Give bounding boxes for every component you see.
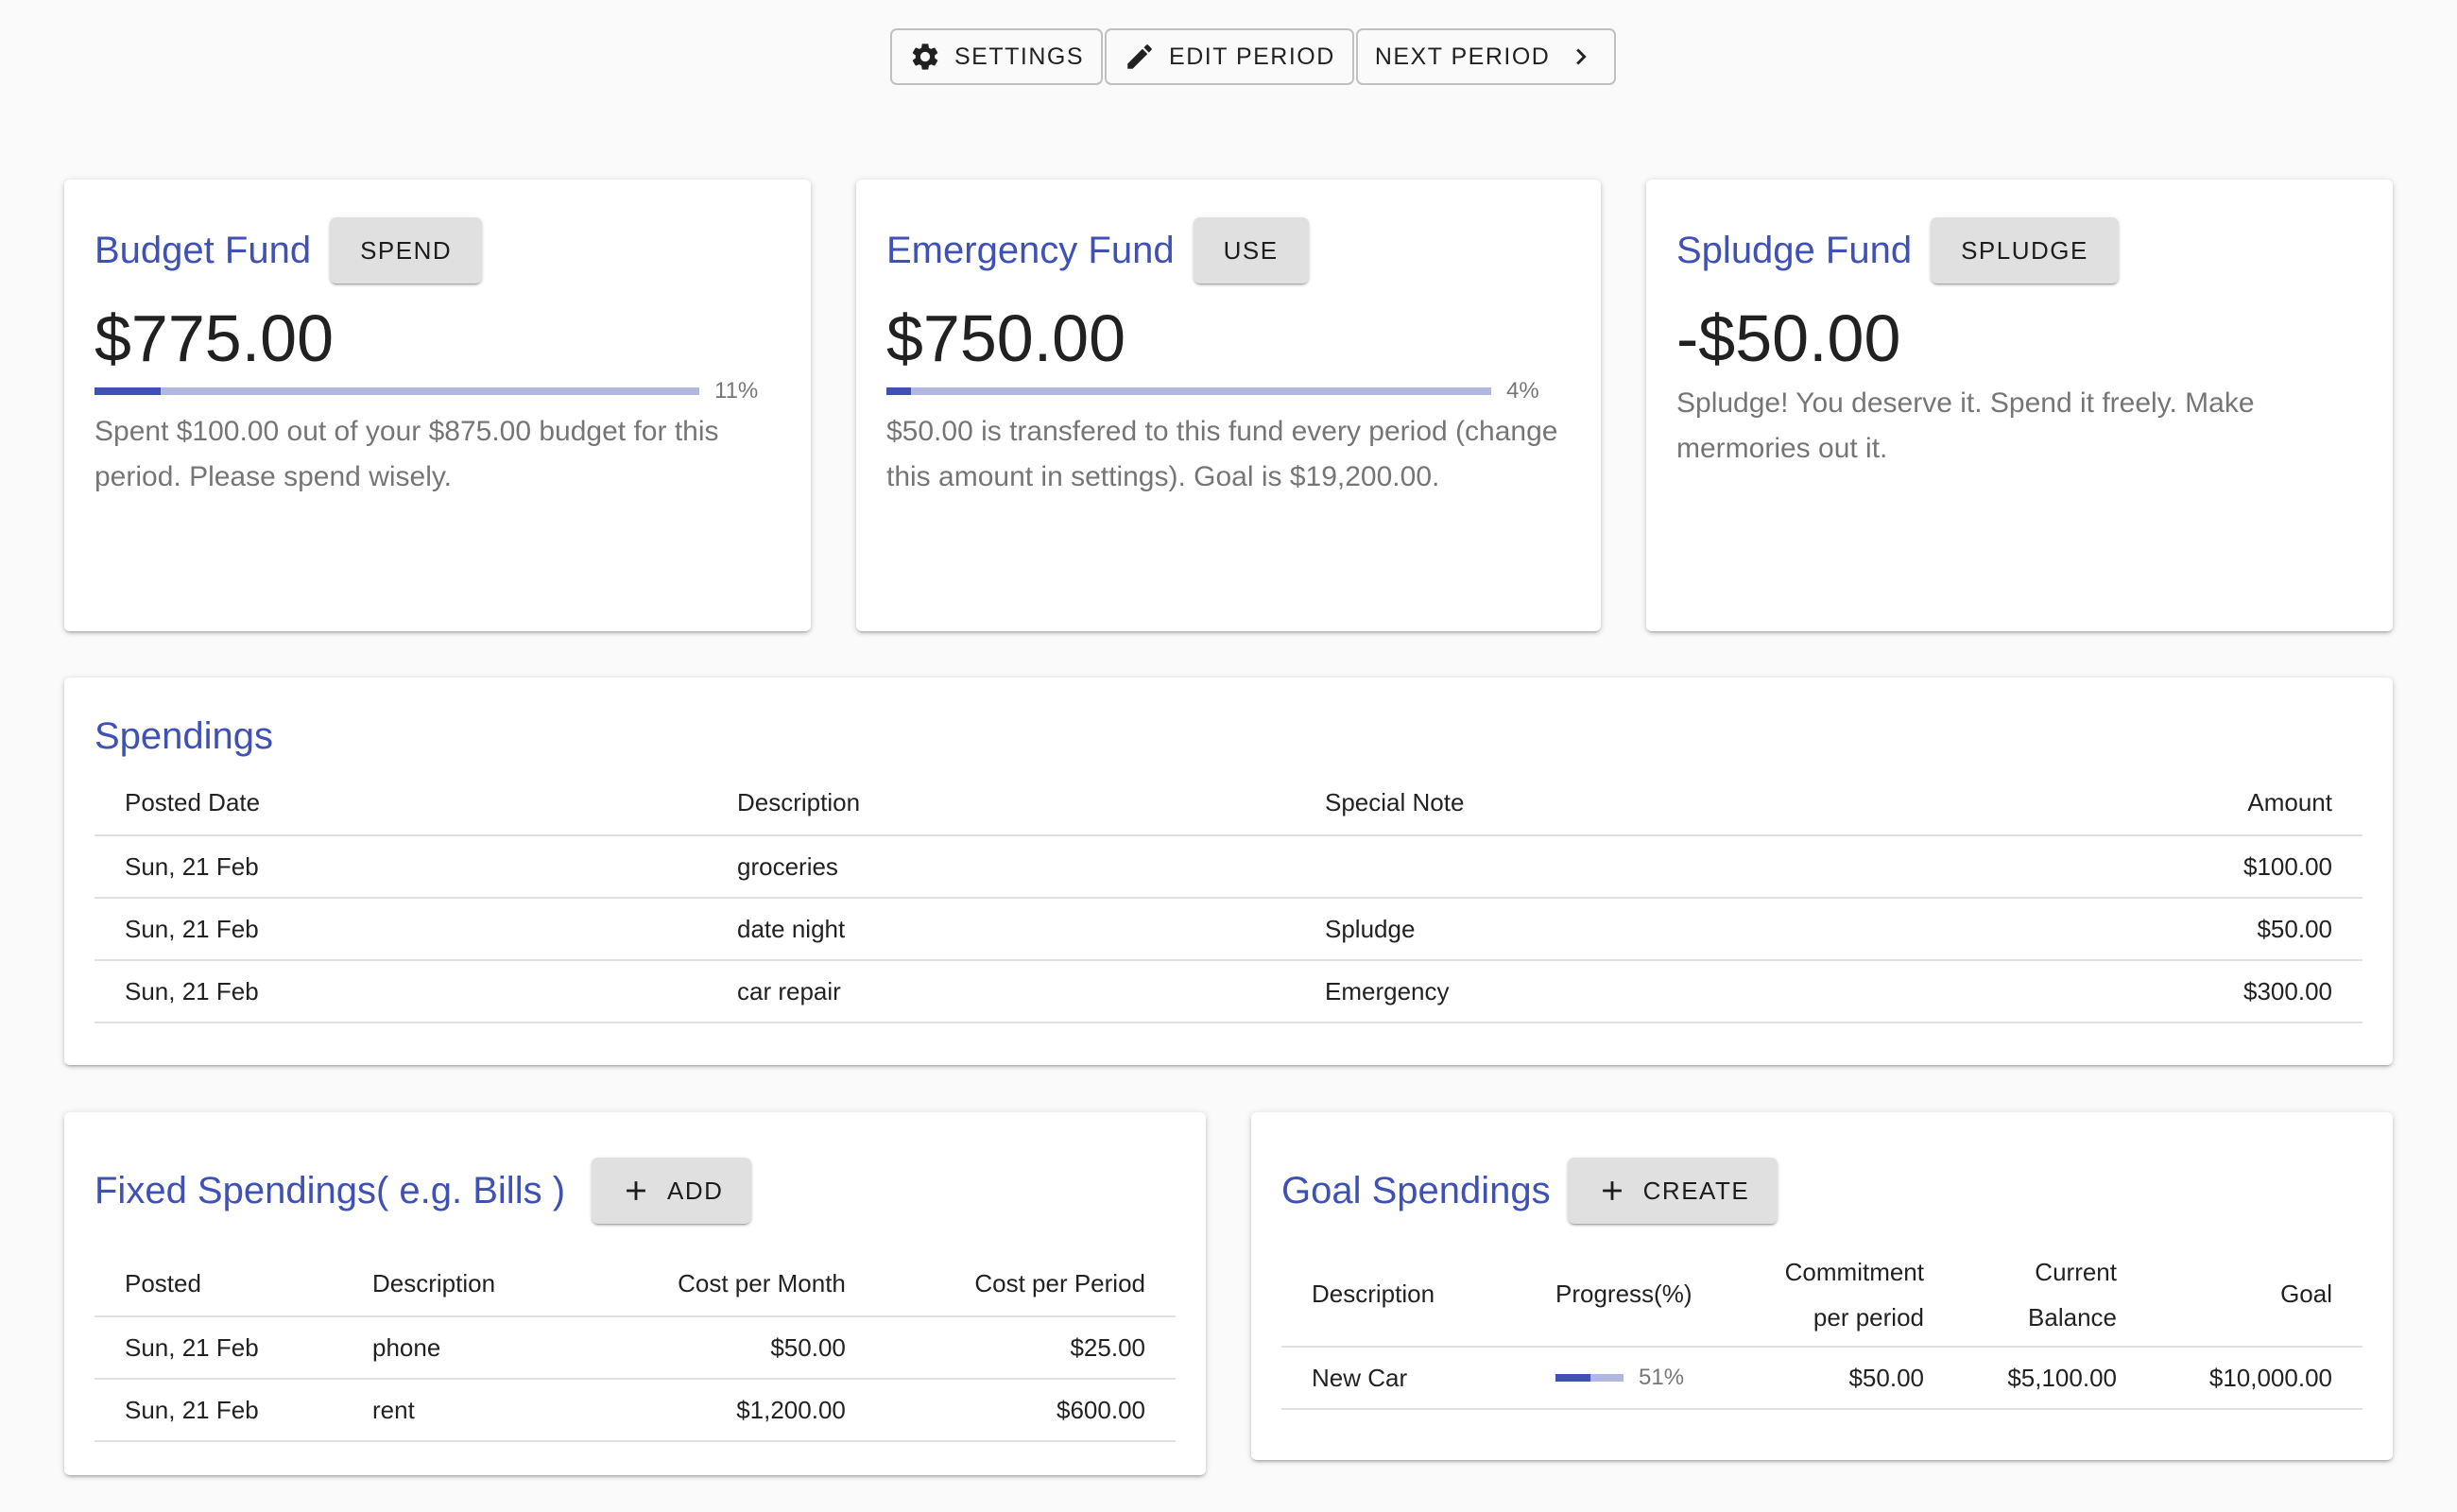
goal-cell: $10,000.00 <box>2147 1347 2362 1410</box>
column-header[interactable]: Posted Date <box>94 771 707 835</box>
use-button[interactable]: USE <box>1193 217 1309 284</box>
spludge-button[interactable]: SPLUDGE <box>1931 217 2119 284</box>
budget-progress-fill <box>94 387 162 395</box>
cost-per-month-cell: $50.00 <box>579 1316 876 1380</box>
emergency-progress-bar <box>886 387 1491 395</box>
create-label: CREATE <box>1642 1176 1750 1205</box>
goal-spendings-title: Goal Spendings <box>1281 1169 1551 1211</box>
goal-progress-bar <box>1555 1374 1624 1382</box>
progress-cell: 51% <box>1525 1347 1743 1410</box>
column-header[interactable]: Posted <box>94 1252 342 1316</box>
commitment-cell: $50.00 <box>1743 1347 1954 1410</box>
budget-fund-amount: $775.00 <box>94 301 335 375</box>
spendings-title: Spendings <box>94 715 274 757</box>
gear-icon <box>909 41 941 73</box>
column-header[interactable]: Amount <box>1906 771 2362 835</box>
goal-progress-label: 51% <box>1639 1365 1685 1390</box>
emergency-progress-fill <box>886 387 911 395</box>
emergency-fund-amount: $750.00 <box>886 301 1126 375</box>
spendings-table: Posted Date Description Special Note Amo… <box>94 771 2362 1023</box>
description-cell: rent <box>342 1379 580 1442</box>
spend-button[interactable]: SPEND <box>330 217 483 284</box>
emergency-fund-description: $50.00 is transfered to this fund every … <box>886 416 1558 492</box>
column-header[interactable]: Description <box>707 771 1295 835</box>
create-goal-button[interactable]: CREATE <box>1567 1158 1778 1224</box>
special-note-cell: Emergency <box>1295 960 1906 1023</box>
edit-period-label: EDIT PERIOD <box>1169 43 1335 70</box>
description-cell: date night <box>707 898 1295 961</box>
posted-date-cell: Sun, 21 Feb <box>94 835 707 899</box>
fixed-spendings-title: Fixed Spendings( e.g. Bills ) <box>94 1169 566 1211</box>
plus-icon <box>1602 1181 1622 1200</box>
description-cell: New Car <box>1281 1347 1525 1410</box>
emergency-progress: 4% <box>886 378 1571 404</box>
table-row[interactable]: Sun, 21 Feb groceries $100.00 <box>94 835 2362 899</box>
table-row[interactable]: New Car 51% $50.00 $5,100.00 $10,000.00 <box>1281 1347 2362 1410</box>
column-header[interactable]: Description <box>1281 1243 1525 1347</box>
posted-date-cell: Sun, 21 Feb <box>94 960 707 1023</box>
description-cell: phone <box>342 1316 580 1380</box>
description-cell: car repair <box>707 960 1295 1023</box>
chevron-right-icon <box>1565 41 1597 73</box>
column-header[interactable]: Goal <box>2147 1243 2362 1347</box>
table-row[interactable]: Sun, 21 Feb phone $50.00 $25.00 <box>94 1316 1176 1380</box>
next-period-button[interactable]: NEXT PERIOD <box>1355 28 1617 85</box>
edit-period-button[interactable]: EDIT PERIOD <box>1105 28 1354 85</box>
budget-progress: 11% <box>94 378 781 404</box>
table-row[interactable]: Sun, 21 Feb car repair Emergency $300.00 <box>94 960 2362 1023</box>
add-fixed-spending-button[interactable]: ADD <box>592 1158 752 1224</box>
amount-cell: $50.00 <box>1905 898 2362 961</box>
column-header[interactable]: Commitment per period <box>1743 1243 1954 1347</box>
emergency-progress-label: 4% <box>1506 378 1539 404</box>
amount-cell: $100.00 <box>1905 835 2362 899</box>
posted-cell: Sun, 21 Feb <box>94 1379 342 1442</box>
budget-fund-description: Spent $100.00 out of your $875.00 budget… <box>94 416 719 492</box>
column-header[interactable]: Cost per Period <box>876 1252 1176 1316</box>
plus-icon <box>627 1181 645 1200</box>
spludge-fund-title: Spludge Fund <box>1676 229 1913 271</box>
table-row[interactable]: Sun, 21 Feb rent $1,200.00 $600.00 <box>94 1379 1176 1442</box>
budget-progress-label: 11% <box>714 378 759 404</box>
column-header[interactable]: Special Note <box>1295 771 1906 835</box>
cost-per-period-cell: $25.00 <box>875 1316 1176 1380</box>
cost-per-month-cell: $1,200.00 <box>579 1379 876 1442</box>
goal-progress-fill <box>1555 1374 1590 1382</box>
description-cell: groceries <box>707 835 1295 899</box>
spludge-fund-description: Spludge! You deserve it. Spend it freely… <box>1676 387 2255 464</box>
column-header[interactable]: Progress(%) <box>1525 1243 1743 1347</box>
spludge-fund-amount: -$50.00 <box>1676 301 1901 375</box>
column-header[interactable]: Cost per Month <box>580 1252 876 1316</box>
pencil-icon <box>1124 41 1156 73</box>
add-label: ADD <box>667 1176 724 1205</box>
goal-spendings-table: Description Progress(%) Commitment per p… <box>1281 1243 2362 1410</box>
amount-cell: $300.00 <box>1905 960 2362 1023</box>
budget-fund-card: Budget Fund SPEND $775.00 11% Spent $100… <box>64 180 811 631</box>
budget-progress-bar <box>94 387 699 395</box>
posted-cell: Sun, 21 Feb <box>94 1316 342 1380</box>
column-header[interactable]: Current Balance <box>1954 1243 2147 1347</box>
spendings-card: Spendings Posted Date Description Specia… <box>64 678 2393 1065</box>
column-header[interactable]: Description <box>342 1252 580 1316</box>
settings-label: SETTINGS <box>954 43 1085 70</box>
settings-button[interactable]: SETTINGS <box>890 28 1104 85</box>
table-row[interactable]: Sun, 21 Feb date night Spludge $50.00 <box>94 898 2362 961</box>
fixed-spendings-card: Fixed Spendings( e.g. Bills ) ADD Posted… <box>64 1112 1206 1475</box>
top-toolbar: SETTINGS EDIT PERIOD NEXT PERIOD <box>890 28 1618 85</box>
fixed-spendings-table: Posted Description Cost per Month Cost p… <box>94 1252 1176 1442</box>
next-period-label: NEXT PERIOD <box>1374 43 1551 70</box>
posted-date-cell: Sun, 21 Feb <box>94 898 707 961</box>
goal-spendings-card: Goal Spendings CREATE Description Progre… <box>1251 1112 2393 1460</box>
cost-per-period-cell: $600.00 <box>875 1379 1176 1442</box>
emergency-fund-card: Emergency Fund USE $750.00 4% $50.00 is … <box>856 180 1601 631</box>
special-note-cell: Spludge <box>1295 898 1906 961</box>
special-note-cell <box>1295 835 1906 899</box>
spludge-fund-card: Spludge Fund SPLUDGE -$50.00 Spludge! Yo… <box>1646 180 2393 631</box>
budget-fund-title: Budget Fund <box>94 229 312 271</box>
emergency-fund-title: Emergency Fund <box>886 229 1175 271</box>
current-balance-cell: $5,100.00 <box>1954 1347 2147 1410</box>
